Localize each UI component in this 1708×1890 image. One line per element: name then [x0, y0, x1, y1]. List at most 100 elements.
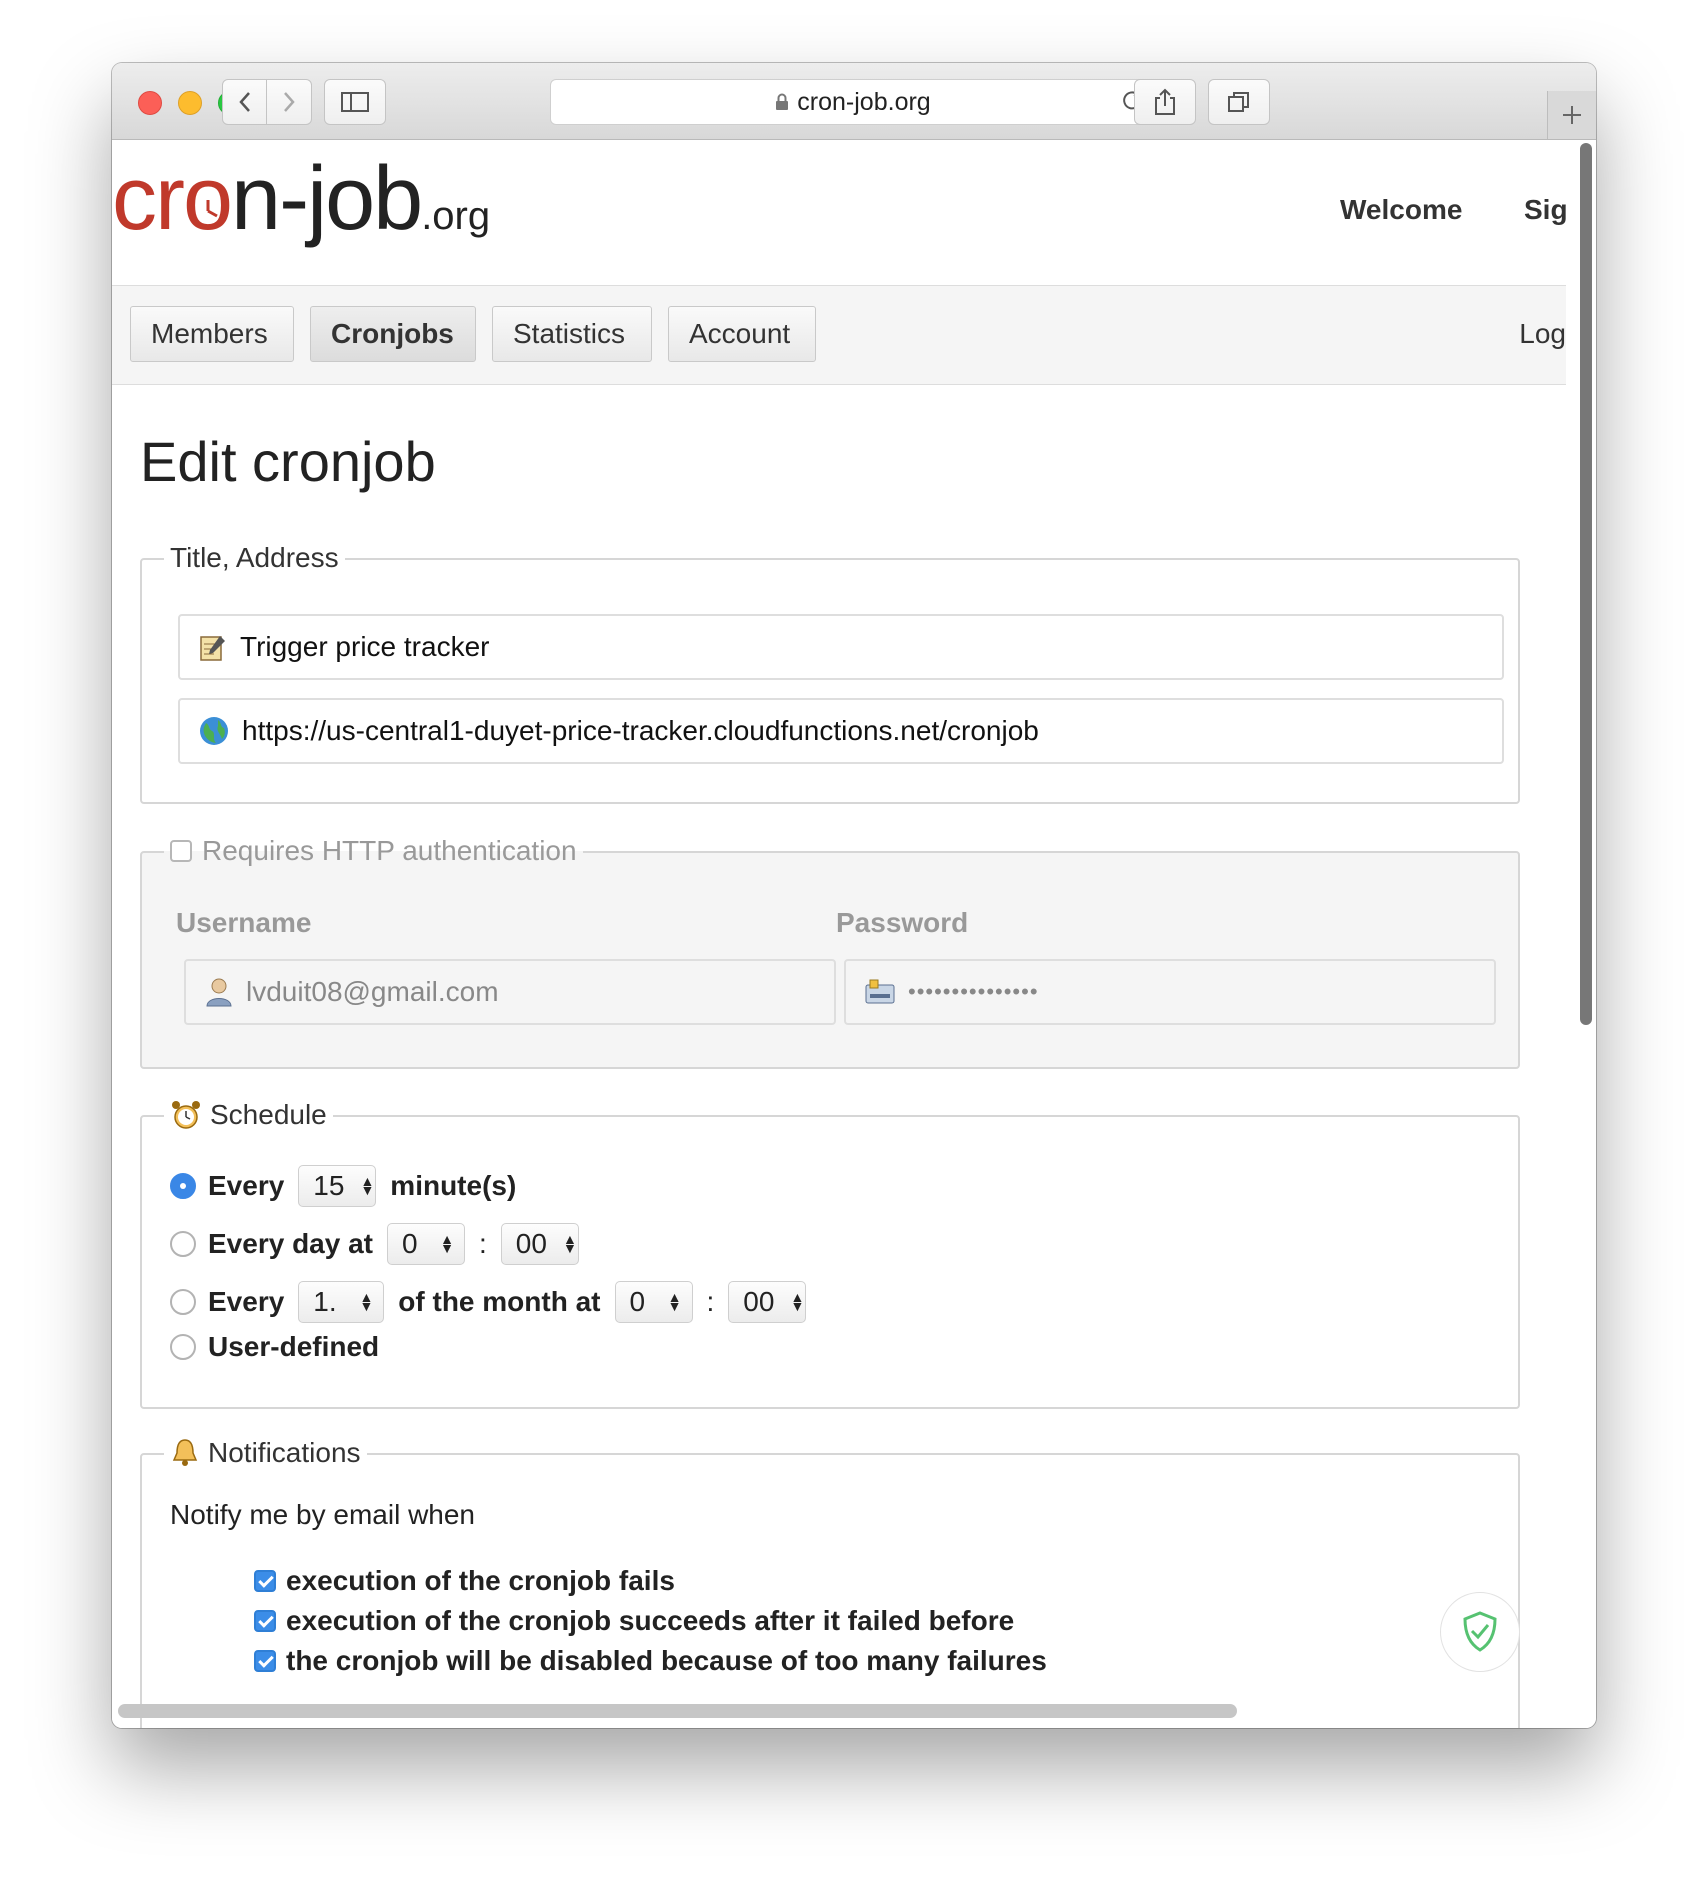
notify-disabled-label: the cronjob will be disabled because of … [286, 1645, 1047, 1676]
new-tab-button[interactable] [1547, 91, 1596, 139]
notify-disabled-checkbox[interactable] [254, 1650, 276, 1672]
select-arrows-icon: ▲ ▼ [790, 1289, 805, 1314]
signup-link[interactable]: Sig [1524, 194, 1568, 226]
url-value: https://us-central1-duyet-price-tracker.… [242, 715, 1039, 746]
password-input[interactable]: ••••••••••••••• [844, 959, 1496, 1025]
tab-cronjobs[interactable]: Cronjobs [310, 306, 476, 362]
horizontal-scrollbar[interactable] [118, 1704, 1237, 1718]
globe-icon [198, 715, 230, 747]
day-minute-select[interactable]: 00 ▲ ▼ [500, 1223, 579, 1265]
radio-user-defined[interactable] [170, 1334, 196, 1360]
schedule-row-every-month: Every 1. ▲ ▼ of the month at 0 ▲ ▼ : 00 ▲ ▼ [170, 1281, 820, 1323]
page-title: Edit cronjob [140, 430, 436, 493]
tab-statistics[interactable]: Statistics [492, 306, 652, 362]
every-month-label: Every [208, 1286, 285, 1317]
day-hour-select[interactable]: 0 ▲ ▼ [387, 1223, 465, 1265]
logo-text-cr: cr [112, 149, 185, 249]
main-nav: Members Cronjobs Statistics Account Log [112, 285, 1566, 385]
chevron-right-icon [284, 92, 295, 112]
plus-icon [1563, 106, 1581, 124]
tabs-icon [1228, 92, 1249, 112]
browser-window: cron-job.org cro n-job.org Welcome Sig Me… [112, 63, 1596, 1728]
address-bar[interactable]: cron-job.org [550, 79, 1156, 125]
share-icon [1155, 88, 1175, 115]
radio-every-day[interactable] [170, 1231, 196, 1257]
minutes-interval-value: 15 [313, 1170, 345, 1201]
notifications-label: Notifications [208, 1437, 361, 1468]
vertical-scrollbar[interactable] [1580, 143, 1592, 1025]
schedule-row-user-defined: User-defined [170, 1331, 379, 1363]
month-day-select[interactable]: 1. ▲ ▼ [298, 1281, 385, 1323]
logo-text-rest: n-job [231, 149, 423, 249]
month-minute-value: 00 [743, 1286, 775, 1317]
username-label: Username [176, 907, 312, 938]
close-window-button[interactable] [138, 91, 162, 115]
notify-option-succeeds[interactable]: execution of the cronjob succeeds after … [254, 1605, 1014, 1637]
sidebar-icon [341, 92, 369, 112]
alarm-clock-icon [172, 1101, 200, 1129]
welcome-link[interactable]: Welcome [1340, 194, 1462, 226]
month-hour-select[interactable]: 0 ▲ ▼ [614, 1281, 693, 1323]
forward-button[interactable] [266, 79, 312, 125]
day-minute-value: 00 [515, 1228, 547, 1259]
every-label: Every [208, 1170, 285, 1201]
chevron-left-icon [239, 92, 250, 112]
site-header: cro n-job.org Welcome Sig [112, 140, 1568, 285]
user-defined-label: User-defined [208, 1331, 380, 1362]
minutes-label: minute(s) [390, 1170, 517, 1201]
password-value: ••••••••••••••• [908, 979, 1039, 1004]
back-button[interactable] [222, 79, 268, 125]
tabs-overview-button[interactable] [1208, 79, 1270, 125]
security-badge[interactable] [1440, 1592, 1520, 1672]
schedule-label: Schedule [210, 1099, 327, 1130]
shield-check-icon [1463, 1611, 1497, 1652]
notify-option-disabled[interactable]: the cronjob will be disabled because of … [254, 1645, 1047, 1677]
day-hour-value: 0 [402, 1228, 418, 1259]
minimize-window-button[interactable] [178, 91, 202, 115]
logout-link[interactable]: Log [1519, 318, 1566, 350]
tab-members[interactable]: Members [130, 306, 294, 362]
notify-option-fails[interactable]: execution of the cronjob fails [254, 1565, 675, 1597]
notifications-legend: Notifications [164, 1435, 367, 1471]
month-minute-select[interactable]: 00 ▲ ▼ [728, 1281, 807, 1323]
of-month-label: of the month at [398, 1286, 601, 1317]
lock-icon [776, 93, 789, 110]
logo-clock-o: o [183, 154, 233, 244]
schedule-row-every-minutes: Every 15 ▲ ▼ minute(s) [170, 1165, 516, 1207]
username-input[interactable]: lvduit08@gmail.com [184, 959, 836, 1025]
select-arrows-icon: ▲ ▼ [360, 1173, 375, 1198]
radio-every-month[interactable] [170, 1289, 196, 1315]
site-logo[interactable]: cro n-job.org [112, 154, 490, 244]
notify-intro: Notify me by email when [170, 1499, 476, 1530]
select-arrows-icon: ▲ ▼ [440, 1231, 454, 1256]
http-auth-checkbox[interactable] [170, 840, 192, 862]
month-hour-value: 0 [629, 1286, 646, 1317]
notify-succeeds-checkbox[interactable] [254, 1610, 276, 1632]
url-input[interactable]: https://us-central1-duyet-price-tracker.… [178, 698, 1504, 764]
notepad-icon [198, 632, 228, 662]
http-auth-label: Requires HTTP authentication [202, 835, 577, 866]
title-input[interactable]: Trigger price tracker [178, 614, 1504, 680]
notify-succeeds-label: execution of the cronjob succeeds after … [286, 1605, 1015, 1636]
key-card-icon [864, 977, 896, 1007]
schedule-legend: Schedule [164, 1097, 333, 1133]
notify-fails-checkbox[interactable] [254, 1570, 276, 1592]
logo-tld: .org [421, 194, 491, 238]
radio-every-minutes[interactable] [170, 1173, 196, 1199]
http-auth-legend[interactable]: Requires HTTP authentication [164, 833, 583, 869]
title-value: Trigger price tracker [240, 631, 490, 662]
password-label: Password [836, 907, 969, 938]
http-auth-section: Requires HTTP authentication Username Pa… [140, 833, 1520, 1069]
schedule-row-every-day: Every day at 0 ▲ ▼ : 00 ▲ ▼ [170, 1223, 593, 1265]
sidebar-toggle-button[interactable] [324, 79, 386, 125]
share-button[interactable] [1134, 79, 1196, 125]
title-address-section: Title, Address Trigger price tracker htt… [140, 540, 1520, 804]
select-arrows-icon: ▲ ▼ [562, 1231, 577, 1256]
select-arrows-icon: ▲ ▼ [359, 1289, 374, 1314]
select-arrows-icon: ▲ ▼ [667, 1289, 682, 1314]
schedule-section: Schedule Every 15 ▲ ▼ minute(s) Every day… [140, 1097, 1520, 1409]
tab-account[interactable]: Account [668, 306, 816, 362]
minutes-interval-select[interactable]: 15 ▲ ▼ [298, 1165, 377, 1207]
username-value: lvduit08@gmail.com [246, 976, 499, 1007]
time-colon: : [706, 1286, 715, 1317]
